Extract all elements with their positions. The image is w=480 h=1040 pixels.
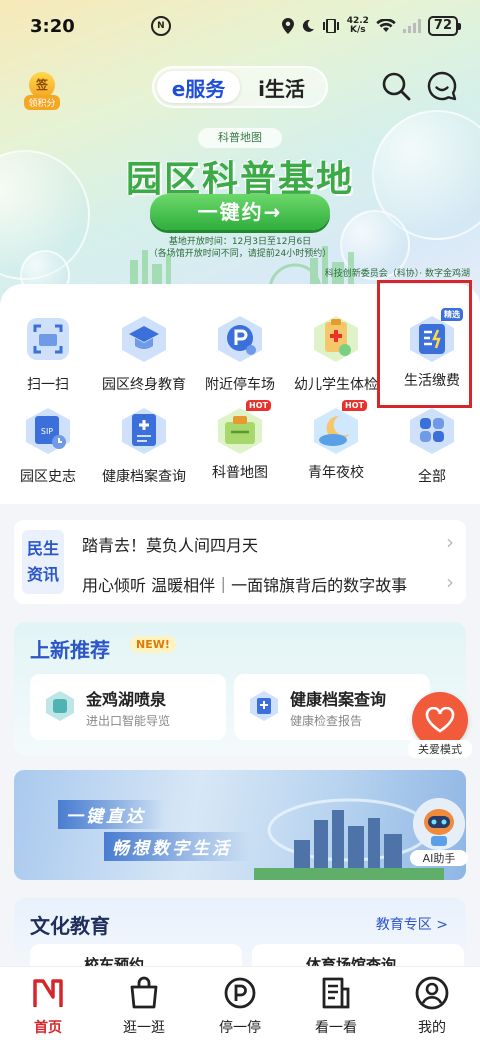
service-health-record[interactable]: 健康档案查询 xyxy=(96,404,192,486)
service-nearby-parking[interactable]: 附近停车场 xyxy=(192,312,288,394)
news-tag: 民生 资讯 xyxy=(22,530,64,594)
science-map-icon xyxy=(218,408,262,454)
user-profile-icon xyxy=(415,976,449,1010)
service-all[interactable]: 全部 xyxy=(384,404,480,486)
new-recommend-panel: 上新推荐 NEW! 金鸡湖喷泉 进出口智能导览 健康档案查询 健康检查报告 xyxy=(14,622,466,756)
shopping-bag-icon xyxy=(130,976,158,1009)
scan-icon xyxy=(27,318,69,360)
tab-browse[interactable]: 逛一逛 xyxy=(96,967,192,1040)
recommend-card-fountain[interactable]: 金鸡湖喷泉 进出口智能导览 xyxy=(30,674,226,740)
news-item-1[interactable]: 踏青去！莫负人间四月天 xyxy=(82,532,434,556)
new-badge: NEW! xyxy=(130,636,176,653)
fountain-guide-icon xyxy=(46,691,74,721)
night-school-icon xyxy=(314,408,358,454)
highlight-box xyxy=(377,280,472,408)
tab-parking[interactable]: 停一停 xyxy=(192,967,288,1040)
battery-indicator: 72 xyxy=(427,16,462,36)
bottom-tab-bar: 首页 逛一逛 停一停 看一看 我的 xyxy=(0,966,480,1040)
parking-icon xyxy=(224,977,256,1009)
wifi-icon xyxy=(376,19,396,32)
robot-assistant-icon xyxy=(413,798,465,850)
news-item-2[interactable]: 用心倾听 温暖相伴｜一面锦旗背后的数字故事 xyxy=(82,572,434,596)
service-park-history[interactable]: SIP 园区史志 xyxy=(0,404,96,486)
parking-icon xyxy=(218,316,262,362)
promo-line-1: 一键直达 xyxy=(58,800,164,829)
digital-life-promo-banner[interactable]: 一键直达 畅想数字生活 xyxy=(14,770,466,880)
heart-icon xyxy=(425,707,455,733)
chevron-right-icon: › xyxy=(446,570,454,594)
moon-icon xyxy=(302,19,314,32)
care-mode-button[interactable]: 关爱模式 xyxy=(408,692,472,758)
graduation-cap-icon xyxy=(122,316,166,362)
tab-e-service[interactable]: e服务 xyxy=(157,71,240,103)
recommend-card-health-record[interactable]: 健康档案查询 健康检查报告 xyxy=(234,674,430,740)
tab-i-life[interactable]: i生活 xyxy=(240,71,323,103)
hot-badge: HOT xyxy=(342,400,367,411)
tab-home[interactable]: 首页 xyxy=(0,967,96,1040)
nfc-icon: N xyxy=(150,16,171,36)
article-icon xyxy=(322,977,350,1009)
sign-in-label: 领积分 xyxy=(24,95,60,110)
status-time: 3:20 xyxy=(30,15,75,37)
vibrate-icon xyxy=(322,19,339,33)
status-bar: 3:20 N 42.2 K/s 72 xyxy=(0,0,480,52)
home-logo-icon xyxy=(33,979,63,1007)
service-scan[interactable]: 扫一扫 xyxy=(0,312,96,394)
hot-badge: HOT xyxy=(246,400,271,411)
chevron-right-icon: › xyxy=(446,530,454,554)
history-book-icon: SIP xyxy=(26,408,70,454)
health-record-icon xyxy=(122,408,166,454)
banner-organizer: 科技创新委员会（科协）· 数字金鸡湖 xyxy=(324,269,470,279)
service-youth-night-school[interactable]: HOT 青年夜校 xyxy=(288,400,384,482)
tab-mine[interactable]: 我的 xyxy=(384,967,480,1040)
recommend-title: 上新推荐 xyxy=(30,638,110,662)
tab-view[interactable]: 看一看 xyxy=(288,967,384,1040)
education-zone-link[interactable]: 教育专区 > xyxy=(376,914,448,934)
service-child-health-check[interactable]: 幼儿学生体检 xyxy=(288,312,384,394)
culture-title: 文化教育 xyxy=(30,914,110,938)
banner-subtitle: 基地开放时间：12月3日至12月6日 （各场馆开放时间不同，请提前24小时预约） xyxy=(148,237,332,259)
promo-line-2: 畅想数字生活 xyxy=(104,832,250,861)
sign-in-points-button[interactable]: 签 领积分 xyxy=(24,72,60,110)
grid-all-icon xyxy=(410,408,454,454)
service-lifelong-education[interactable]: 园区终身教育 xyxy=(96,312,192,394)
ai-assistant-button[interactable]: AI助手 xyxy=(410,798,468,866)
net-speed: 42.2 K/s xyxy=(346,16,369,35)
signal-icon xyxy=(402,19,421,33)
service-life-switch: e服务 i生活 xyxy=(152,66,328,108)
search-icon[interactable] xyxy=(380,70,412,102)
service-science-map[interactable]: HOT 科普地图 xyxy=(192,400,288,482)
medical-clipboard-icon xyxy=(314,316,358,362)
banner-book-button[interactable]: 一键约→ xyxy=(150,194,330,230)
banner-tag: 科普地图 xyxy=(198,128,282,148)
message-icon[interactable] xyxy=(426,70,458,102)
health-record-icon xyxy=(250,691,278,721)
svg-text:SIP: SIP xyxy=(41,427,53,436)
news-panel: 民生 资讯 踏青去！莫负人间四月天 › 用心倾听 温暖相伴｜一面锦旗背后的数字故… xyxy=(14,520,466,604)
location-icon xyxy=(281,18,294,34)
